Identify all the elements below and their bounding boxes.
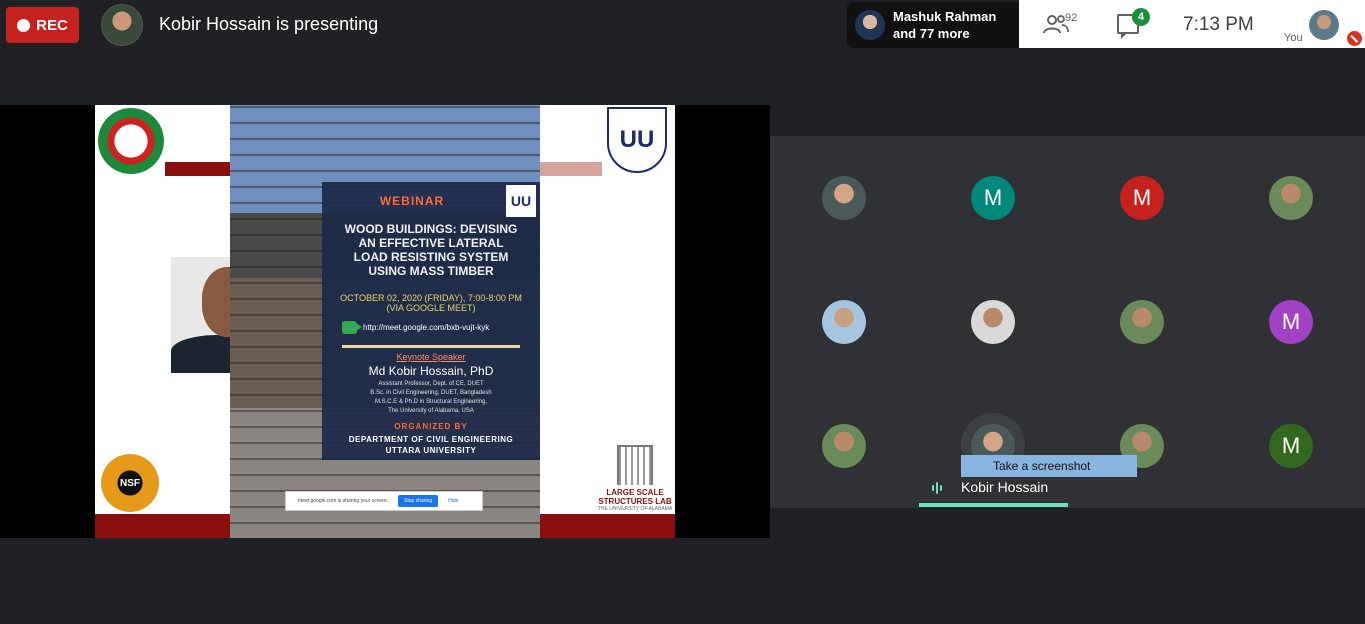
cred-line: Assistant Professor, Dept. of CE, DUET xyxy=(378,381,484,387)
sharing-text: meet.google.com is sharing your screen. xyxy=(298,498,389,504)
google-meet-icon xyxy=(342,321,362,334)
nsf-label: NSF xyxy=(120,477,140,489)
meet-link: http://meet.google.com/bxb-vujt-kyk xyxy=(342,321,538,334)
clock: 7:13 PM xyxy=(1183,14,1254,35)
webinar-title: WOOD BUILDINGS: DEVISING AN EFFECTIVE LA… xyxy=(322,222,540,278)
participant-initial: M xyxy=(1132,185,1152,210)
self-avatar[interactable] xyxy=(1309,10,1339,40)
dept-line: UTTARA UNIVERSITY xyxy=(385,446,477,455)
presenter-avatar xyxy=(101,4,143,46)
record-dot-icon xyxy=(17,18,31,32)
title-line: LOAD RESISTING SYSTEM xyxy=(353,250,509,264)
speaker-name: Md Kobir Hossain, PhD xyxy=(368,364,494,378)
uttara-university-logo-icon: UU xyxy=(607,107,667,173)
presenting-text: Kobir Hossain is presenting xyxy=(159,14,379,34)
participant-tile[interactable]: M xyxy=(1120,176,1164,220)
participants-summary[interactable]: Mashuk Rahman and 77 more xyxy=(847,2,1019,48)
participant-initial: M xyxy=(1281,433,1301,458)
stop-sharing-button[interactable]: Stop sharing xyxy=(398,495,439,507)
organizer: DEPARTMENT OF CIVIL ENGINEERING UTTARA U… xyxy=(322,434,540,456)
participant-tile[interactable]: M xyxy=(1269,300,1313,344)
participant-avatar xyxy=(855,10,885,40)
participant-tile[interactable] xyxy=(1120,300,1164,344)
participant-initial: M xyxy=(1281,309,1301,334)
cred-line: The University of Alabama, USA xyxy=(388,408,474,414)
cred-line: B.Sc. in Civil Engineering, DUET, Bangla… xyxy=(370,390,492,396)
title-line: USING MASS TIMBER xyxy=(368,264,494,278)
keynote-label: Keynote Speaker xyxy=(396,352,466,362)
lsl-line3: THE UNIVERSITY OF ALABAMA xyxy=(597,506,673,512)
slide: UU NSF LARGE SCALE STRUCTURES LAB THE UN… xyxy=(95,105,675,538)
date-line: (VIA GOOGLE MEET) xyxy=(386,303,476,313)
rec-label: REC xyxy=(36,16,68,34)
lsl-line2: STRUCTURES LAB xyxy=(598,497,672,506)
participant-tile[interactable] xyxy=(822,176,866,220)
poster-logo-icon: UU xyxy=(505,184,537,218)
slide-decor-bar xyxy=(540,514,675,538)
slide-decor-bar xyxy=(540,162,602,176)
speaker-credentials: Assistant Professor, Dept. of CE, DUET B… xyxy=(322,380,540,416)
date-line: OCTOBER 02, 2020 (FRIDAY), 7:00-8:00 PM xyxy=(340,293,522,303)
webinar-poster: WEBINAR UU WOOD BUILDINGS: DEVISING AN E… xyxy=(322,182,540,460)
lsl-line1: LARGE SCALE xyxy=(606,488,664,497)
active-speaker-underline xyxy=(919,503,1068,507)
you-label: You xyxy=(1284,32,1303,44)
meeting-toolbar: 92 4 7:13 PM You xyxy=(1019,0,1365,48)
webinar-label: WEBINAR xyxy=(379,194,445,208)
mic-off-icon xyxy=(1347,31,1362,46)
active-speaker-name: Kobir Hossain xyxy=(961,479,1049,495)
organized-by-label: ORGANIZED BY xyxy=(394,422,468,431)
chat-badge: 4 xyxy=(1132,8,1150,26)
screen-share-notice: meet.google.com is sharing your screen. … xyxy=(285,491,483,511)
divider xyxy=(342,345,520,348)
summary-name: Mashuk Rahman xyxy=(893,9,997,24)
presentation-view: UU NSF LARGE SCALE STRUCTURES LAB THE UN… xyxy=(0,105,770,538)
slide-decor-bar xyxy=(95,514,230,538)
participant-tile[interactable] xyxy=(822,424,866,468)
participant-tile[interactable]: M xyxy=(1269,424,1313,468)
duet-logo-icon xyxy=(98,108,164,174)
meet-link-text: http://meet.google.com/bxb-vujt-kyk xyxy=(363,323,490,332)
speaking-indicator-icon xyxy=(932,481,948,495)
participant-tile[interactable]: M xyxy=(971,176,1015,220)
webinar-date: OCTOBER 02, 2020 (FRIDAY), 7:00-8:00 PM … xyxy=(322,293,540,313)
participant-tile[interactable] xyxy=(822,300,866,344)
participant-initial: M xyxy=(983,185,1003,210)
large-scale-structures-lab-logo: LARGE SCALE STRUCTURES LAB THE UNIVERSIT… xyxy=(595,445,675,515)
people-count: 92 xyxy=(1065,12,1078,24)
title-line: WOOD BUILDINGS: DEVISING xyxy=(344,222,518,236)
recording-badge: REC xyxy=(6,7,79,43)
cred-line: M.S.C.E & Ph.D in Structural Engineering… xyxy=(374,399,488,405)
summary-more: and 77 more xyxy=(893,26,970,41)
title-line: AN EFFECTIVE LATERAL xyxy=(358,236,504,250)
hide-button[interactable]: Hide xyxy=(448,498,458,504)
slide-decor-bar xyxy=(165,162,230,176)
participant-tile[interactable] xyxy=(1269,176,1313,220)
participant-tile[interactable] xyxy=(971,300,1015,344)
dept-line: DEPARTMENT OF CIVIL ENGINEERING xyxy=(348,435,514,444)
nsf-logo-icon: NSF xyxy=(101,454,159,512)
lab-mark-icon xyxy=(617,445,653,485)
screenshot-tooltip: Take a screenshot xyxy=(961,455,1137,477)
